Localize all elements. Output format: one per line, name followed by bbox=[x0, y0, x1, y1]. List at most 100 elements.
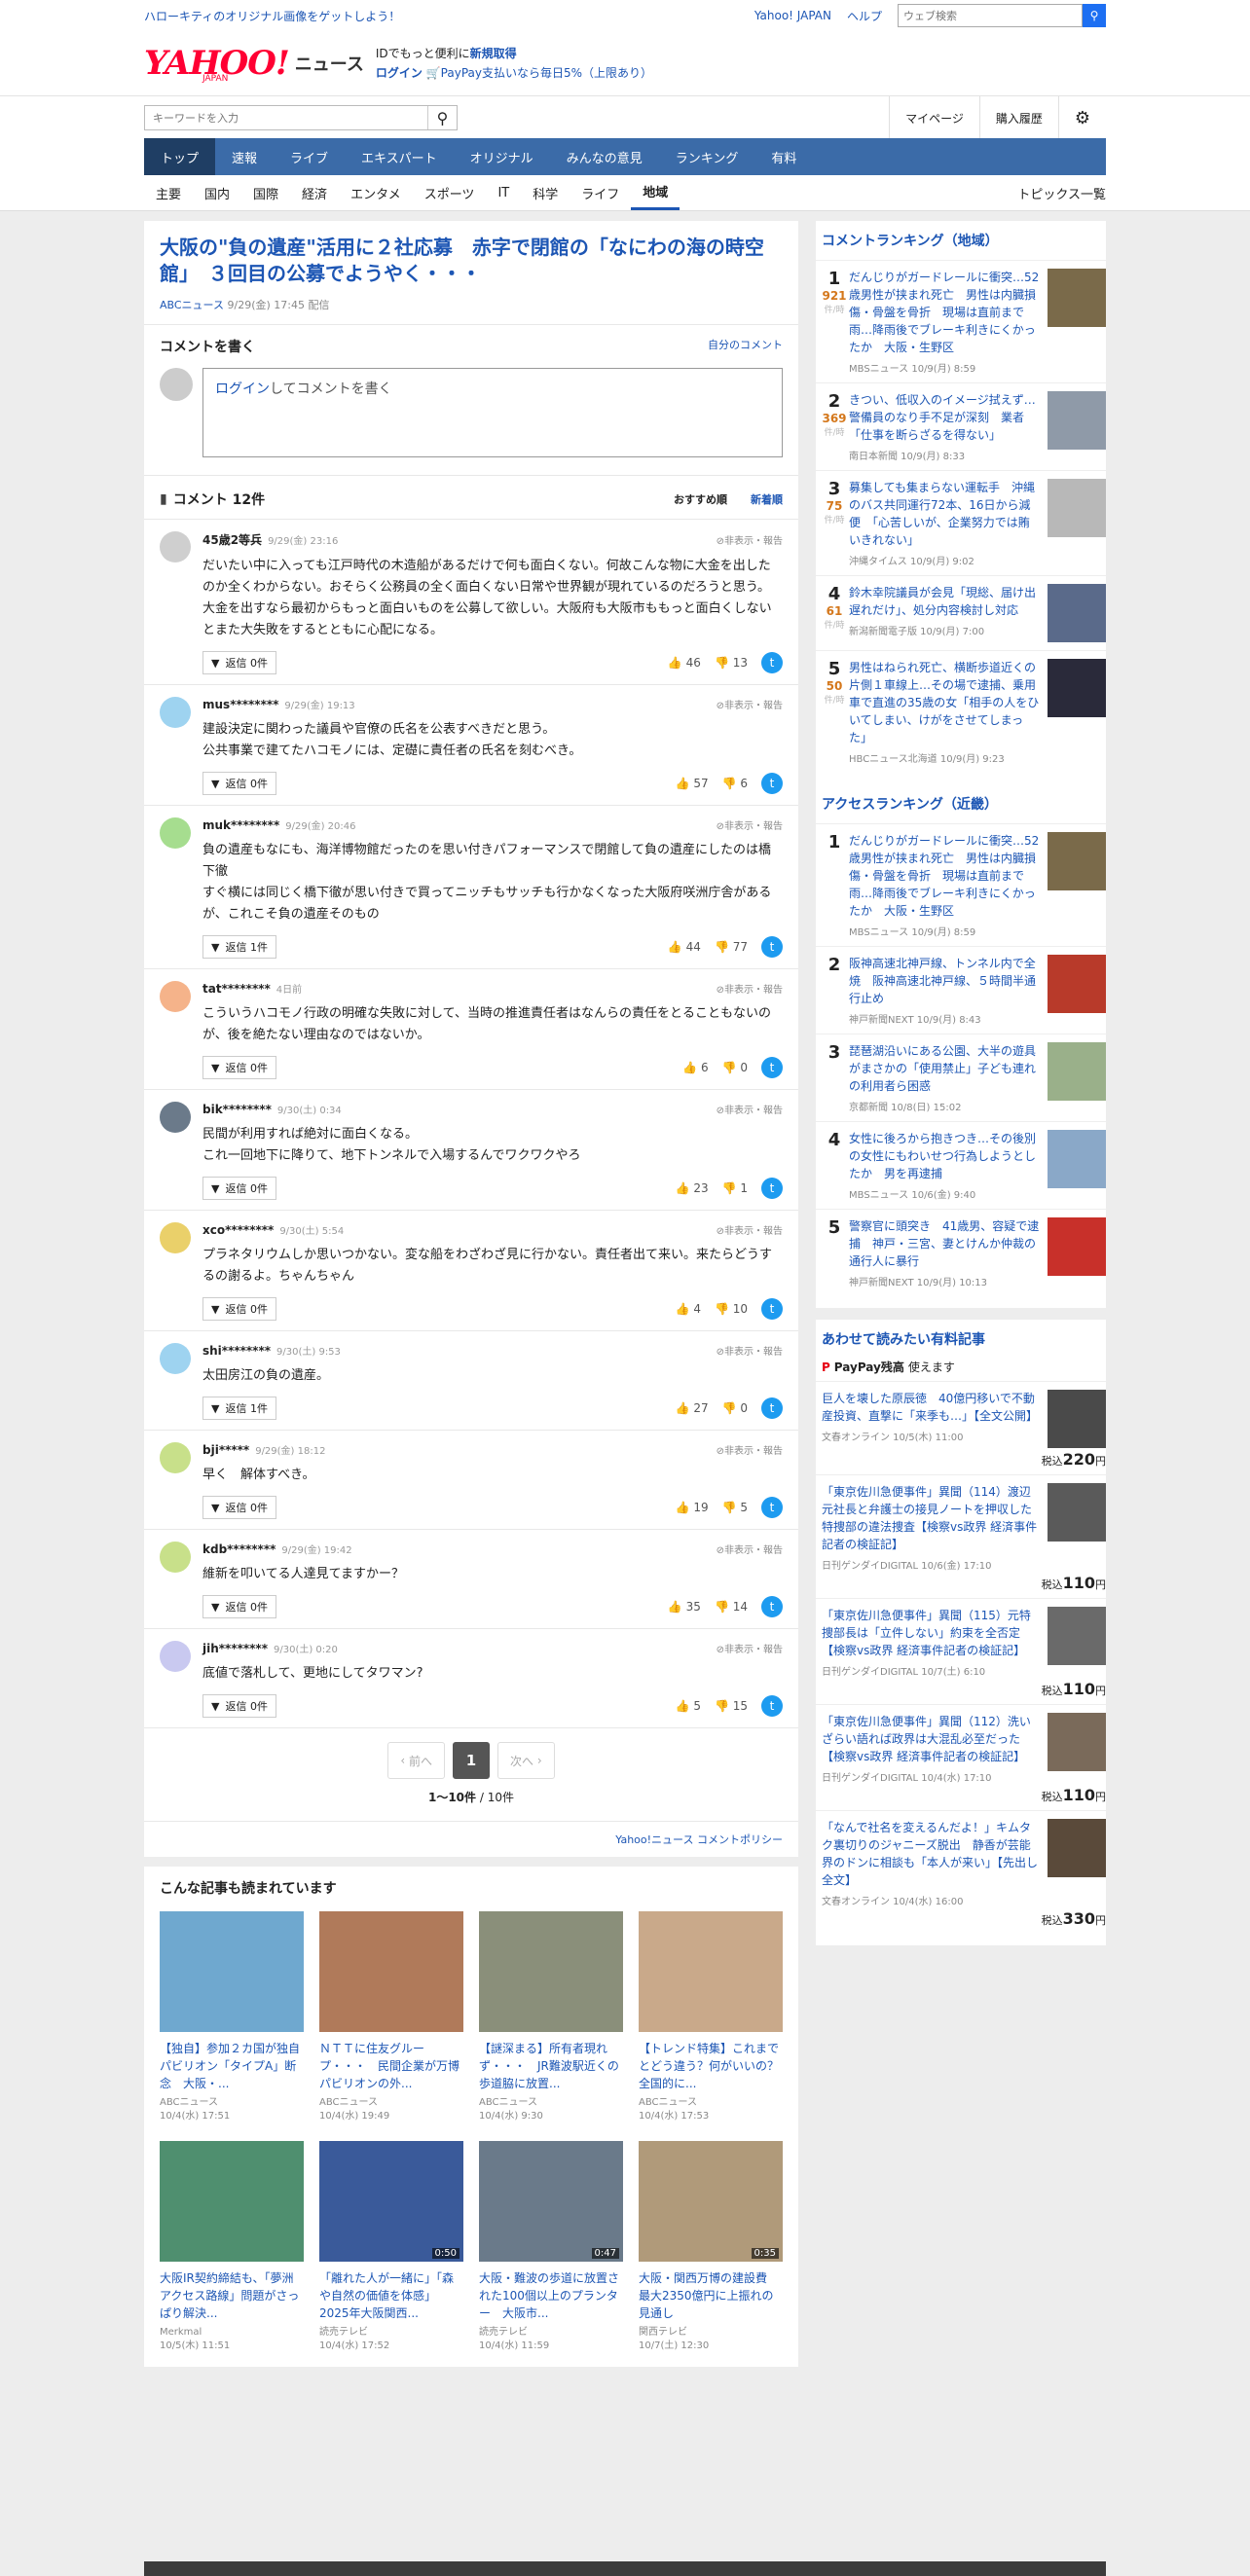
paid-thumbnail[interactable] bbox=[1048, 1713, 1106, 1771]
twitter-icon[interactable]: t bbox=[761, 1178, 783, 1199]
report-link[interactable]: ⊘非表示・報告 bbox=[717, 1442, 783, 1457]
subnav-item[interactable]: エンタメ bbox=[339, 175, 413, 210]
reply-button[interactable]: ▼ 返信 0件 bbox=[202, 651, 276, 674]
topics-list-link[interactable]: トピックス一覧 bbox=[1017, 184, 1106, 202]
subnav-item[interactable]: スポーツ bbox=[413, 175, 487, 210]
related-thumbnail[interactable] bbox=[639, 1911, 783, 2032]
ranking-title[interactable]: 琵琶湖沿いにある公園、大半の遊具がまさかの「使用禁止」子ども連れの利用者ら困惑 bbox=[849, 1042, 1040, 1095]
report-link[interactable]: ⊘非表示・報告 bbox=[717, 981, 783, 996]
paid-title[interactable]: 「東京佐川急便事件」異聞（114）渡辺元社長と弁護士の接見ノートを押収した特捜部… bbox=[822, 1483, 1042, 1553]
report-link[interactable]: ⊘非表示・報告 bbox=[717, 532, 783, 547]
ranking-thumbnail[interactable] bbox=[1048, 659, 1106, 717]
help-link[interactable]: ヘルプ bbox=[847, 8, 882, 24]
related-item[interactable]: 大阪IR契約締結も、「夢洲アクセス路線」問題がさっぱり解決... Merkmal 1… bbox=[160, 2141, 304, 2353]
ranking-title[interactable]: 募集しても集まらない運転手 沖縄のバス共同運行72本、16日から減便 「心苦しい… bbox=[849, 479, 1040, 549]
related-thumbnail[interactable] bbox=[160, 1911, 304, 2032]
comment-user[interactable]: 45歳2等兵 bbox=[202, 531, 262, 548]
related-item[interactable]: 0:50 「離れた人が一緒に」「森や自然の価値を体感」2025年大阪関西... 読売… bbox=[319, 2141, 463, 2353]
related-title[interactable]: 「離れた人が一緒に」「森や自然の価値を体感」2025年大阪関西... bbox=[319, 2269, 463, 2322]
twitter-icon[interactable]: t bbox=[761, 773, 783, 794]
nav-item[interactable]: トップ bbox=[144, 138, 216, 175]
related-item[interactable]: 【謎深まる】所有者現れず・・・ JR難波駅近くの歩道脇に放置... ABCニュース… bbox=[479, 1911, 623, 2123]
nav-item[interactable]: ランキング bbox=[659, 138, 755, 175]
ranking-item[interactable]: 4 女性に後ろから抱きつき…その後別の女性にもわいせつ行為しようとしたか 男を再逮… bbox=[816, 1121, 1106, 1209]
report-link[interactable]: ⊘非表示・報告 bbox=[717, 1102, 783, 1116]
related-item[interactable]: ＮＴＴに住友グループ・・・ 民間企業が万博パビリオンの外... ABCニュース 10… bbox=[319, 1911, 463, 2123]
thumbs-down-button[interactable]: 👎 5 bbox=[722, 1501, 748, 1514]
thumbs-down-button[interactable]: 👎 10 bbox=[715, 1302, 748, 1316]
thumbs-down-button[interactable]: 👎 0 bbox=[722, 1061, 748, 1074]
paid-item[interactable]: 「なんで社名を変えるんだよ！」キムタク裏切りのジャニーズ脱出 静香が芸能界のドン… bbox=[816, 1810, 1106, 1934]
login-link[interactable]: ログイン bbox=[376, 66, 423, 80]
yahoo-japan-link[interactable]: Yahoo! JAPAN bbox=[754, 9, 831, 22]
own-comments-link[interactable]: 自分のコメント bbox=[708, 337, 783, 356]
related-thumbnail[interactable]: 0:47 bbox=[479, 2141, 623, 2262]
comment-user[interactable]: tat******** bbox=[202, 982, 271, 996]
related-title[interactable]: 大阪・関西万博の建設費 最大2350億円に上振れの見通し bbox=[639, 2269, 783, 2322]
ranking-thumbnail[interactable] bbox=[1048, 1217, 1106, 1276]
thumbs-up-button[interactable]: 👍 6 bbox=[682, 1061, 708, 1074]
related-thumbnail[interactable]: 0:35 bbox=[639, 2141, 783, 2262]
thumbs-up-button[interactable]: 👍 46 bbox=[668, 656, 701, 670]
ranking-item[interactable]: 3 75 件/時 募集しても集まらない運転手 沖縄のバス共同運行72本、16日から減便… bbox=[816, 470, 1106, 575]
comment-user[interactable]: mus******** bbox=[202, 698, 278, 711]
login-link[interactable]: ログイン bbox=[215, 381, 270, 397]
subnav-item[interactable]: 国内 bbox=[193, 175, 241, 210]
sort-newest[interactable]: 新着順 bbox=[751, 491, 783, 507]
related-title[interactable]: 【独自】参加２カ国が独自パビリオン「タイプA」断念 大阪・... bbox=[160, 2040, 304, 2092]
ranking-item[interactable]: 5 50 件/時 男性はねられ死亡、横断歩道近くの片側１車線上…その場で逮捕、乗用車で… bbox=[816, 650, 1106, 773]
mypage-link[interactable]: マイページ bbox=[889, 96, 979, 139]
subnav-item[interactable]: 経済 bbox=[290, 175, 339, 210]
ranking-thumbnail[interactable] bbox=[1048, 269, 1106, 327]
paid-title[interactable]: 「東京佐川急便事件」異聞（115）元特捜部長は「立件しない」約束を全否定【検察v… bbox=[822, 1607, 1042, 1659]
thumbs-down-button[interactable]: 👎 13 bbox=[715, 656, 748, 670]
related-title[interactable]: 大阪・難波の歩道に放置された100個以上のプランター 大阪市... bbox=[479, 2269, 623, 2322]
paid-item[interactable]: 「東京佐川急便事件」異聞（115）元特捜部長は「立件しない」約束を全否定【検察v… bbox=[816, 1598, 1106, 1704]
related-thumbnail[interactable] bbox=[319, 1911, 463, 2032]
comment-user[interactable]: bik******** bbox=[202, 1103, 272, 1116]
ranking-title[interactable]: 鈴木幸院議員が会見「現総、届け出遅れだけ」、処分内容検討し対応 bbox=[849, 584, 1040, 619]
related-title[interactable]: 大阪IR契約締結も、「夢洲アクセス路線」問題がさっぱり解決... bbox=[160, 2269, 304, 2322]
ranking-thumbnail[interactable] bbox=[1048, 1042, 1106, 1101]
related-item[interactable]: 0:35 大阪・関西万博の建設費 最大2350億円に上振れの見通し 関西テレビ 10/… bbox=[639, 2141, 783, 2353]
ranking-thumbnail[interactable] bbox=[1048, 955, 1106, 1013]
paid-title[interactable]: 巨人を壊した原辰徳 40億円移いで不動産投資、直撃に「来季も…」【全文公開】 bbox=[822, 1390, 1042, 1425]
paid-thumbnail[interactable] bbox=[1048, 1390, 1106, 1448]
subnav-item[interactable]: ライフ bbox=[570, 175, 631, 210]
comment-textbox[interactable]: ログインしてコメントを書く bbox=[202, 368, 783, 457]
history-link[interactable]: 購入履歴 bbox=[978, 96, 1058, 139]
comment-user[interactable]: shi******** bbox=[202, 1344, 271, 1358]
reply-button[interactable]: ▼ 返信 0件 bbox=[202, 1056, 276, 1079]
reply-button[interactable]: ▼ 返信 1件 bbox=[202, 1397, 276, 1420]
twitter-icon[interactable]: t bbox=[761, 1497, 783, 1518]
ranking-title[interactable]: きつい、低収入のイメージ拭えず…警備員のなり手不足が深刻 業者「仕事を断らざるを… bbox=[849, 391, 1040, 444]
ranking-title[interactable]: だんじりがガードレールに衝突…52歳男性が挟まれ死亡 男性は内臓損傷・骨盤を骨折… bbox=[849, 269, 1040, 356]
ranking-thumbnail[interactable] bbox=[1048, 584, 1106, 642]
twitter-icon[interactable]: t bbox=[761, 936, 783, 958]
nav-item[interactable]: オリジナル bbox=[454, 138, 550, 175]
search-icon[interactable]: ⚲ bbox=[1083, 4, 1106, 27]
subnav-item[interactable]: 主要 bbox=[144, 175, 193, 210]
twitter-icon[interactable]: t bbox=[761, 1057, 783, 1078]
related-thumbnail[interactable]: 0:50 bbox=[319, 2141, 463, 2262]
nav-item[interactable]: 有料 bbox=[754, 138, 813, 175]
paid-title[interactable]: 「東京佐川急便事件」異聞（112）洗いざらい語れば政界は大混乱必至だった【検察v… bbox=[822, 1713, 1042, 1765]
signup-link[interactable]: 新規取得 bbox=[470, 47, 517, 60]
next-page-button[interactable]: 次へ › bbox=[497, 1742, 555, 1779]
ranking-item[interactable]: 1 921 件/時 だんじりがガードレールに衝突…52歳男性が挟まれ死亡 男性は内臓損… bbox=[816, 260, 1106, 382]
report-link[interactable]: ⊘非表示・報告 bbox=[717, 1343, 783, 1358]
gear-icon[interactable]: ⚙ bbox=[1057, 96, 1106, 139]
page-1[interactable]: 1 bbox=[453, 1742, 490, 1779]
report-link[interactable]: ⊘非表示・報告 bbox=[717, 697, 783, 711]
ranking-item[interactable]: 5 警察官に頭突き 41歳男、容疑で逮捕 神戸・三宮、妻とけんか仲裁の通行人に暴行… bbox=[816, 1209, 1106, 1296]
thumbs-down-button[interactable]: 👎 6 bbox=[722, 777, 748, 790]
ranking-title[interactable]: だんじりがガードレールに衝突…52歳男性が挟まれ死亡 男性は内臓損傷・骨盤を骨折… bbox=[849, 832, 1040, 920]
comment-user[interactable]: bji***** bbox=[202, 1443, 249, 1457]
thumbs-up-button[interactable]: 👍 44 bbox=[668, 940, 701, 954]
web-search-input[interactable] bbox=[898, 4, 1083, 27]
paypay-link[interactable]: PayPay支払いなら毎日5%（上限あり） bbox=[441, 66, 652, 80]
ranking-title[interactable]: 警察官に頭突き 41歳男、容疑で逮捕 神戸・三宮、妻とけんか仲裁の通行人に暴行 bbox=[849, 1217, 1040, 1270]
prev-page-button[interactable]: ‹ 前へ bbox=[387, 1742, 445, 1779]
thumbs-down-button[interactable]: 👎 15 bbox=[715, 1699, 748, 1713]
reply-button[interactable]: ▼ 返信 1件 bbox=[202, 935, 276, 959]
